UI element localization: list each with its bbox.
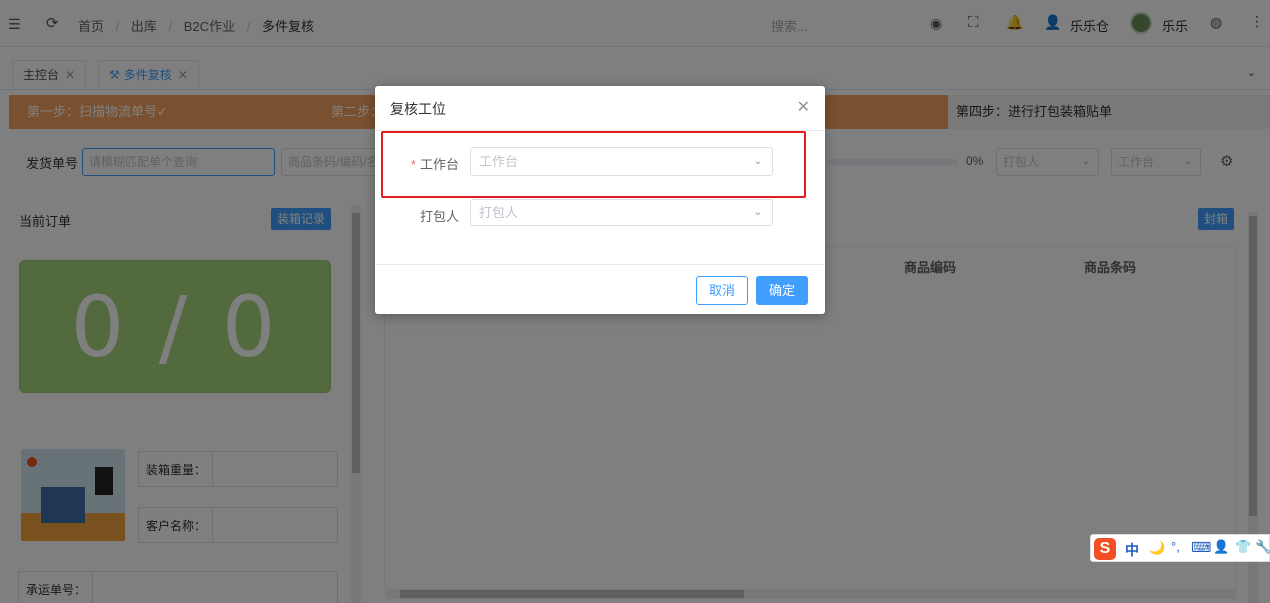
divider — [375, 264, 825, 265]
punctuation-icon[interactable]: °, — [1171, 539, 1180, 554]
confirm-button[interactable]: 确定 — [756, 276, 808, 305]
chevron-down-icon: ⌄ — [753, 207, 762, 218]
highlight-box — [381, 131, 806, 198]
ime-toolbar[interactable]: S 中 🌙 °, ⌨ 👤 👕 🔧 — [1090, 534, 1270, 562]
moon-icon[interactable]: 🌙 — [1149, 540, 1165, 556]
packer-dropdown[interactable]: 打包人 ⌄ — [470, 199, 773, 226]
ime-mode[interactable]: 中 — [1125, 540, 1139, 560]
skin-icon[interactable]: 👕 — [1235, 539, 1251, 555]
packer-form-label: 打包人 — [419, 209, 459, 224]
cancel-button[interactable]: 取消 — [696, 276, 748, 305]
sogou-logo-icon[interactable]: S — [1094, 538, 1116, 560]
keyboard-icon[interactable]: ⌨ — [1191, 539, 1211, 556]
account-icon[interactable]: 👤 — [1213, 539, 1229, 555]
dialog-title: 复核工位 — [390, 101, 446, 117]
tools-icon[interactable]: 🔧 — [1255, 539, 1270, 555]
packer-dropdown-placeholder: 打包人 — [479, 205, 519, 220]
review-station-dialog: 复核工位 ✕ * 工作台 工作台 ⌄ 打包人 打包人 ⌄ 取消 确定 — [375, 86, 825, 314]
close-icon[interactable]: ✕ — [797, 97, 810, 117]
